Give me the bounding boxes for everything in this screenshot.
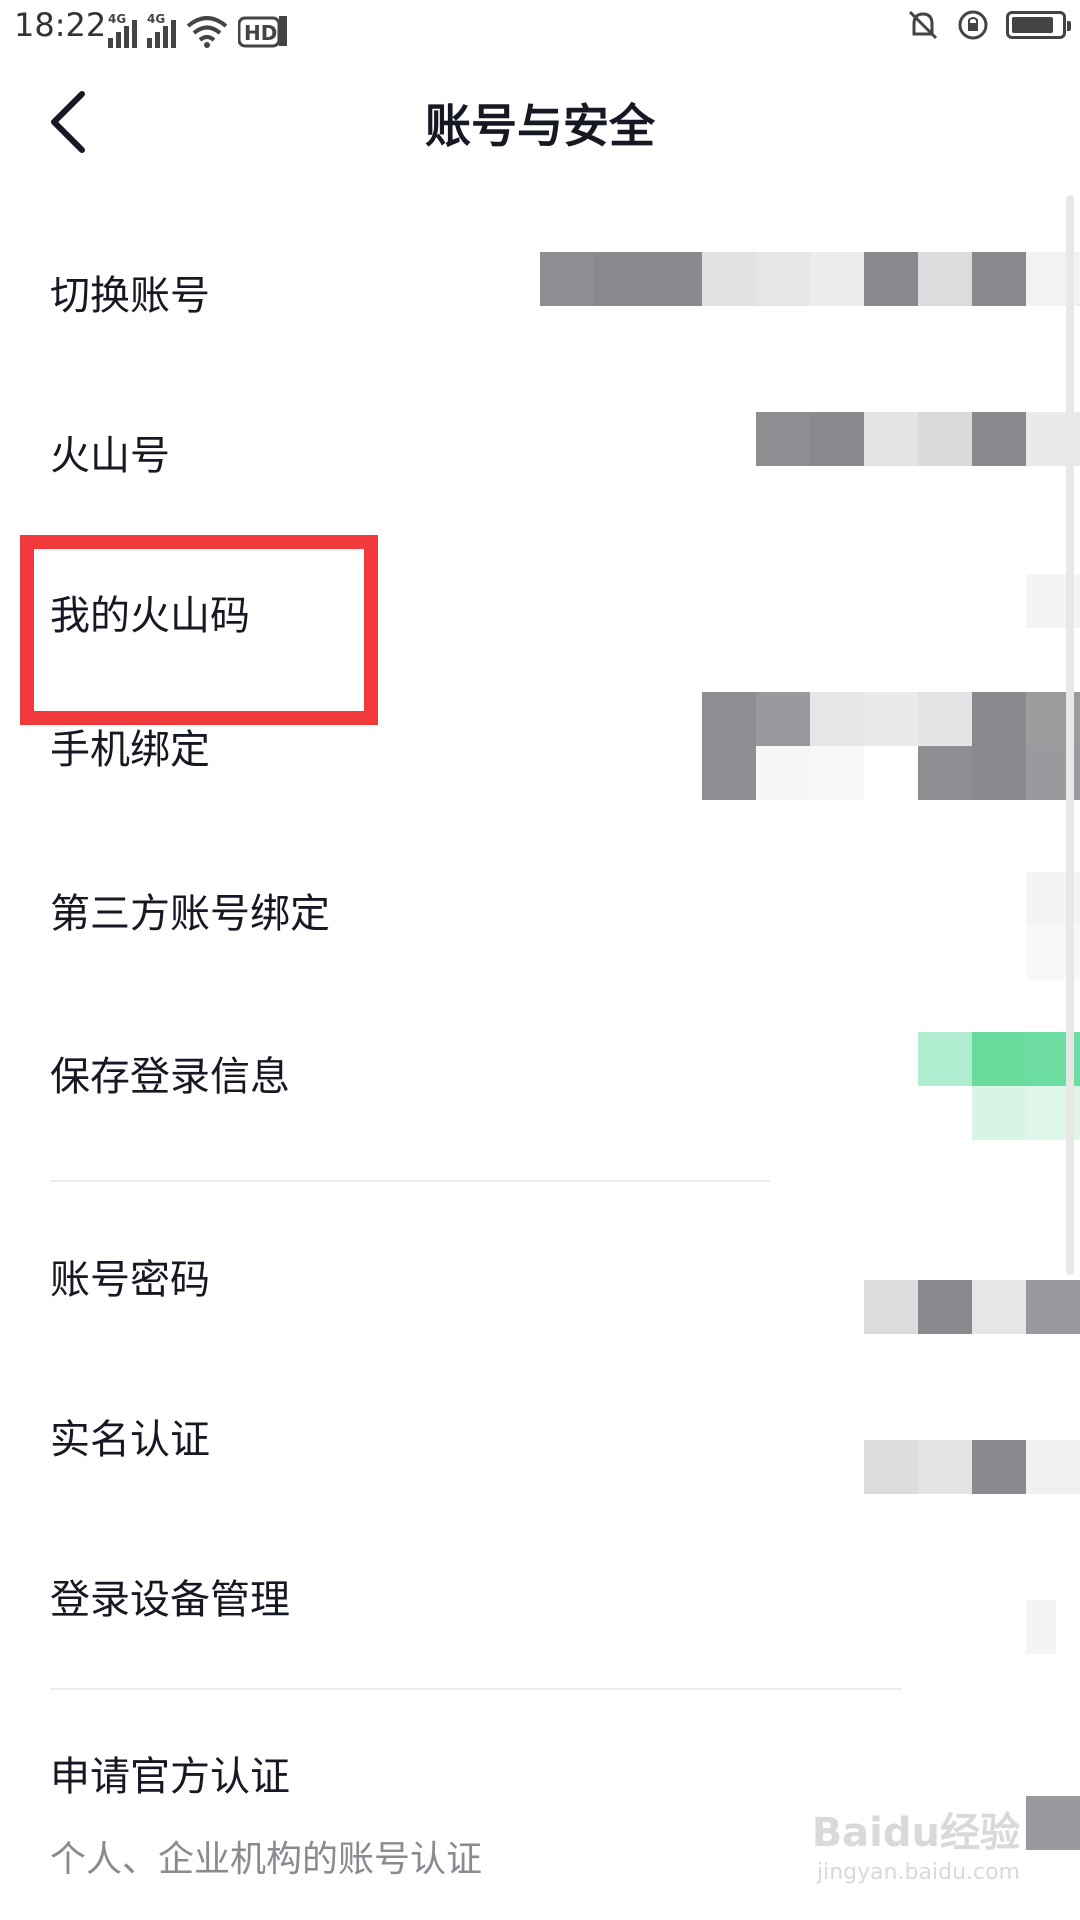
setting-label: 实名认证 xyxy=(50,1417,210,1463)
setting-login-device-management[interactable]: 登录设备管理 xyxy=(0,1516,1080,1676)
status-time: 18:22 xyxy=(14,6,107,44)
svg-text:HD: HD xyxy=(244,21,277,45)
status-bar: 18:22 4G 4G HD xyxy=(0,0,1080,56)
setting-label: 登录设备管理 xyxy=(50,1577,290,1623)
scrollbar[interactable] xyxy=(1066,195,1074,1275)
blurred-value xyxy=(702,692,1080,800)
hd-voice-icon: HD xyxy=(238,16,287,48)
blurred-value xyxy=(756,412,1080,466)
setting-account-password[interactable]: 账号密码 xyxy=(0,1196,1080,1356)
header: 账号与安全 xyxy=(0,56,1080,186)
rotation-lock-icon xyxy=(958,10,988,40)
battery-level xyxy=(1012,17,1053,33)
setting-switch-account[interactable]: 切换账号 xyxy=(0,212,1080,372)
page-title: 账号与安全 xyxy=(425,99,655,153)
mute-bell-icon xyxy=(908,10,938,40)
status-icons-right xyxy=(906,8,1071,42)
setting-real-name-verification[interactable]: 实名认证 xyxy=(0,1356,1080,1516)
setting-third-party-binding[interactable]: 第三方账号绑定 xyxy=(0,852,1080,1012)
status-icons-left: 4G 4G HD xyxy=(108,8,288,48)
setting-label: 第三方账号绑定 xyxy=(50,890,330,937)
setting-label: 手机绑定 xyxy=(50,727,210,774)
setting-volcano-id[interactable]: 火山号 xyxy=(0,372,1080,532)
chevron-right-icon xyxy=(1026,1796,1080,1850)
signal-icon: 4G xyxy=(147,12,176,48)
setting-label: 保存登录信息 xyxy=(50,1053,290,1100)
watermark: Baidu经验 xyxy=(811,1810,1020,1856)
blurred-value xyxy=(864,1440,1080,1494)
chevron-right-icon xyxy=(1026,1600,1056,1654)
setting-label: 切换账号 xyxy=(50,273,210,319)
setting-subtitle: 个人、企业机构的账号认证 xyxy=(50,1839,483,1880)
setting-label: 账号密码 xyxy=(50,1257,210,1303)
blurred-value xyxy=(540,252,1080,306)
divider xyxy=(50,1180,770,1182)
setting-label: 申请官方认证 xyxy=(50,1754,290,1800)
blurred-value xyxy=(864,1280,1080,1334)
setting-save-login-info[interactable]: 保存登录信息 xyxy=(0,1012,1080,1172)
wifi-icon xyxy=(186,16,228,48)
highlight-annotation xyxy=(20,535,378,725)
divider xyxy=(50,1688,902,1690)
battery-icon xyxy=(1006,11,1071,39)
setting-label: 火山号 xyxy=(50,433,170,479)
save-login-toggle[interactable] xyxy=(918,1032,1080,1140)
signal-icon: 4G xyxy=(108,12,137,48)
watermark-url: jingyan.baidu.com xyxy=(816,1860,1020,1885)
